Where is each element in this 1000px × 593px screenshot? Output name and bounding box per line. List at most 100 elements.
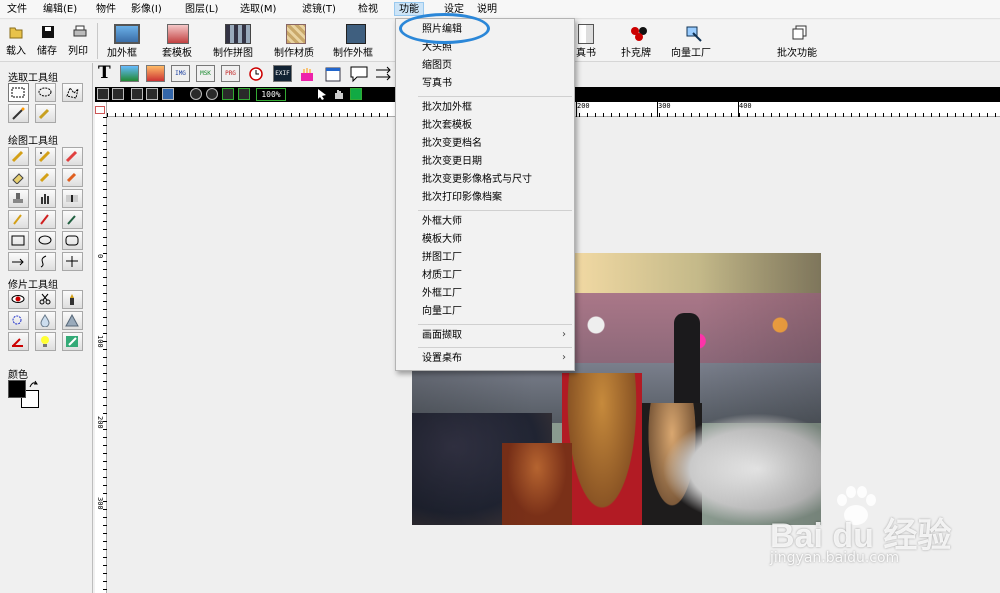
blemish-tool[interactable] xyxy=(8,311,29,330)
redo-icon[interactable] xyxy=(112,88,124,100)
image-object-tool[interactable] xyxy=(120,65,139,82)
copy-icon[interactable] xyxy=(131,88,143,100)
move-tool[interactable] xyxy=(62,252,83,271)
hand-pan-icon[interactable] xyxy=(332,87,346,101)
smudge-tool[interactable] xyxy=(35,168,56,187)
menu-item-batch-frame[interactable]: 批次加外框 xyxy=(422,100,472,116)
move-icon xyxy=(66,256,78,267)
menu-select[interactable]: 选取(M) xyxy=(240,3,276,17)
print-button[interactable]: 列印 xyxy=(68,23,92,61)
menu-item-batch-change-date[interactable]: 批次变更日期 xyxy=(422,154,482,170)
magic-wand-tool[interactable] xyxy=(8,104,29,123)
menu-item-set-wallpaper[interactable]: 设置桌布 xyxy=(422,351,462,367)
airbrush-tool[interactable] xyxy=(35,147,56,166)
mask-tool[interactable]: MSK xyxy=(196,65,215,82)
make-puzzle-button[interactable]: 制作拼图 xyxy=(213,20,263,62)
clone-tool[interactable] xyxy=(62,168,83,187)
menu-item-frame-master[interactable]: 外框大师 xyxy=(422,214,462,230)
pointer-icon[interactable] xyxy=(316,88,328,100)
fill-tool[interactable] xyxy=(8,332,29,351)
menu-image[interactable]: 影像(I) xyxy=(131,3,162,17)
undo-icon[interactable] xyxy=(97,88,109,100)
hand-icon xyxy=(41,194,49,204)
lipstick-tool[interactable] xyxy=(62,290,83,309)
menu-item-batch-template[interactable]: 批次套模板 xyxy=(422,118,472,134)
menu-edit[interactable]: 编辑(E) xyxy=(43,3,77,17)
menu-item-photo-book[interactable]: 写真书 xyxy=(422,76,452,92)
menu-item-thumbnail-page[interactable]: 缩图页 xyxy=(422,58,452,74)
curve-tool[interactable] xyxy=(35,252,56,271)
menu-help[interactable]: 说明 xyxy=(477,3,497,17)
img-tool[interactable]: IMG xyxy=(171,65,190,82)
swap-colors-icon[interactable] xyxy=(29,380,38,389)
menu-item-batch-format-size[interactable]: 批次变更影像格式与尺寸 xyxy=(422,172,532,188)
make-texture-button[interactable]: 制作材质 xyxy=(274,20,320,62)
menu-item-batch-print[interactable]: 批次打印影像档案 xyxy=(422,190,502,206)
program-tool[interactable]: PRG xyxy=(221,65,240,82)
light-tool[interactable] xyxy=(35,332,56,351)
eyedropper-tool[interactable] xyxy=(62,210,83,229)
pencil-tool[interactable] xyxy=(8,147,29,166)
scissors-tool[interactable] xyxy=(35,290,56,309)
menu-item-frame-factory[interactable]: 外框工厂 xyxy=(422,286,462,302)
red-pen-tool[interactable] xyxy=(35,210,56,229)
menu-item-batch-rename[interactable]: 批次变更档名 xyxy=(422,136,482,152)
vector-factory-button[interactable]: 向量工厂 xyxy=(671,20,719,62)
brush-select-tool[interactable] xyxy=(35,104,56,123)
rect-select-tool[interactable] xyxy=(8,83,29,102)
hand-paint-tool[interactable] xyxy=(35,189,56,208)
make-frame-button[interactable]: 制作外框 xyxy=(333,20,383,62)
cut-icon[interactable] xyxy=(146,88,158,100)
exif-tool[interactable]: EXIF xyxy=(273,65,292,82)
gradient-tool[interactable] xyxy=(62,189,83,208)
actual-size-icon[interactable] xyxy=(238,88,250,100)
rectangle-tool[interactable] xyxy=(8,231,29,250)
photo-book-button[interactable]: 真书 xyxy=(576,20,600,62)
stamp-tool[interactable] xyxy=(8,189,29,208)
blur-tool[interactable] xyxy=(35,311,56,330)
ellipse-select-tool[interactable] xyxy=(35,83,56,102)
navigator-icon[interactable] xyxy=(350,88,362,100)
batch-function-button[interactable]: 批次功能 xyxy=(777,20,823,62)
fit-window-icon[interactable] xyxy=(222,88,234,100)
add-frame-button[interactable]: 加外框 xyxy=(107,20,147,62)
line-tool[interactable] xyxy=(8,252,29,271)
cake-icon[interactable] xyxy=(299,66,315,82)
color-brush-tool[interactable] xyxy=(62,147,83,166)
menu-function[interactable]: 功能 xyxy=(394,2,424,16)
gradient-icon xyxy=(66,195,78,202)
foreground-color-swatch[interactable] xyxy=(8,380,26,398)
calendar-icon[interactable] xyxy=(325,66,341,82)
speech-bubble-icon[interactable] xyxy=(349,65,369,83)
text-tool[interactable]: T xyxy=(98,63,111,83)
ellipse-tool[interactable] xyxy=(35,231,56,250)
menu-object[interactable]: 物件 xyxy=(96,3,116,17)
menu-filter[interactable]: 滤镜(T) xyxy=(302,3,336,17)
apply-template-button[interactable]: 套模板 xyxy=(162,20,198,62)
menu-item-template-master[interactable]: 模板大师 xyxy=(422,232,462,248)
pen-tool[interactable] xyxy=(8,210,29,229)
menu-item-screen-capture[interactable]: 画面撷取 xyxy=(422,328,462,344)
sharpen-tool[interactable] xyxy=(62,311,83,330)
menu-item-puzzle-factory[interactable]: 拼图工厂 xyxy=(422,250,462,266)
clock-icon[interactable] xyxy=(249,67,263,81)
red-eye-tool[interactable] xyxy=(8,290,29,309)
save-button[interactable]: 储存 xyxy=(37,23,59,61)
menu-item-texture-factory[interactable]: 材质工厂 xyxy=(422,268,462,284)
poker-button[interactable]: 扑克牌 xyxy=(621,20,657,62)
eraser-tool[interactable] xyxy=(8,168,29,187)
menu-view[interactable]: 检视 xyxy=(358,3,378,17)
color-object-tool[interactable] xyxy=(146,65,165,82)
menu-layer[interactable]: 图层(L) xyxy=(185,3,218,17)
menu-file[interactable]: 文件 xyxy=(7,3,27,17)
zoom-in-icon[interactable] xyxy=(190,88,202,100)
load-button[interactable]: 载入 xyxy=(6,23,26,61)
zoom-out-icon[interactable] xyxy=(206,88,218,100)
align-icon[interactable] xyxy=(375,66,393,82)
lasso-select-tool[interactable] xyxy=(62,83,83,102)
paste-icon[interactable] xyxy=(162,88,174,100)
rounded-rect-tool[interactable] xyxy=(62,231,83,250)
enhance-tool[interactable] xyxy=(62,332,83,351)
zoom-level[interactable]: 100% xyxy=(256,88,286,101)
menu-item-vector-factory[interactable]: 向量工厂 xyxy=(422,304,462,320)
